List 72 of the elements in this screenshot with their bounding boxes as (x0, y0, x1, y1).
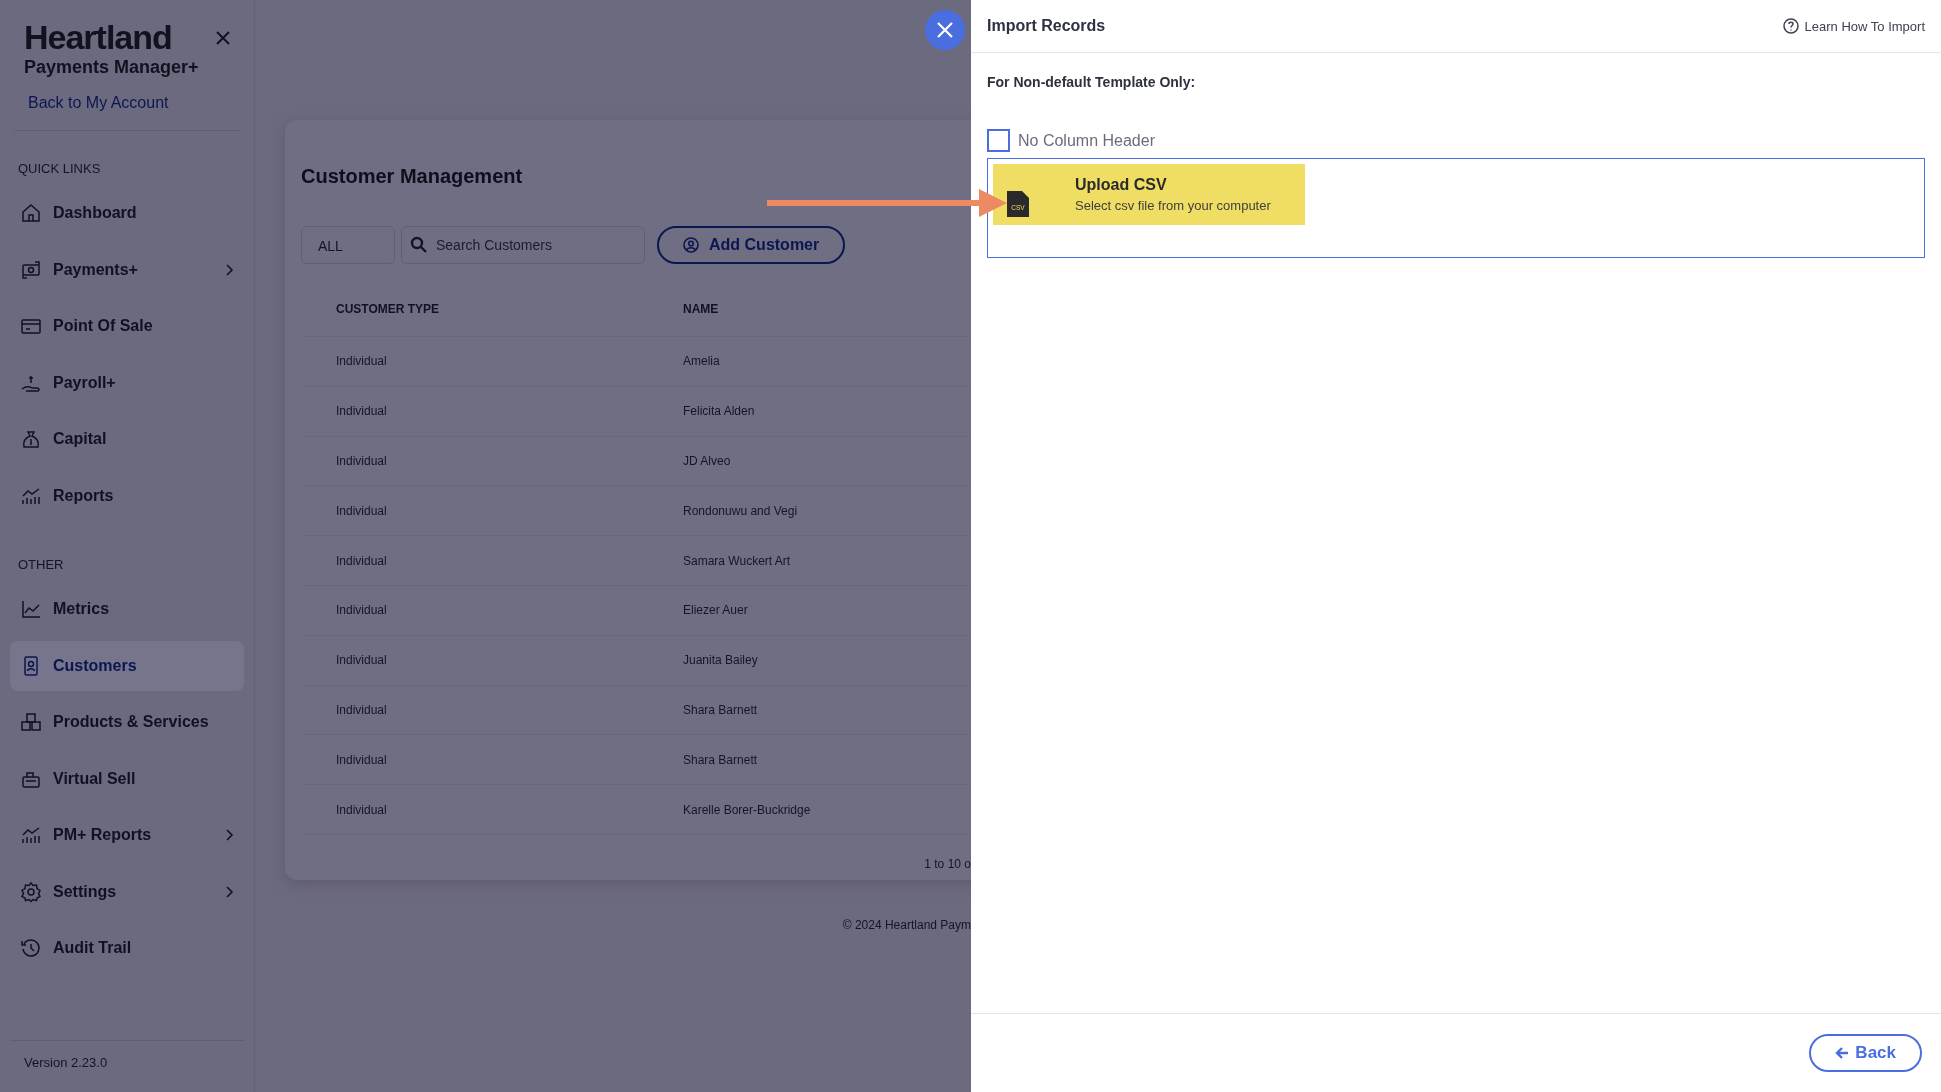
table-cell: Individual (336, 354, 387, 369)
table-cell: Individual (336, 752, 387, 767)
checkbox-label: No Column Header (1018, 131, 1155, 150)
section-label: For Non-default Template Only: (987, 74, 1196, 90)
sidebar-item[interactable]: Capital (10, 414, 244, 464)
copyright-text: © 2024 Heartland Paym (842, 918, 971, 932)
settings-icon (20, 880, 42, 903)
product-name: Payments Manager+ (23, 56, 200, 77)
sidebar-item[interactable]: Payroll+ (10, 357, 244, 408)
sidebar-item[interactable]: Metrics (10, 584, 244, 634)
boxes-icon (20, 711, 42, 733)
column-header: CUSTOMER TYPE (336, 302, 440, 316)
section-label: QUICK LINKS (18, 161, 101, 176)
add-customer-button[interactable]: Add Customer (657, 226, 846, 264)
table-cell: Felicita Alden (683, 404, 755, 419)
help-icon (1782, 18, 1799, 34)
history-icon (20, 937, 42, 959)
chart-icon (20, 824, 42, 846)
back-link[interactable]: Back to My Account (10, 78, 187, 130)
table-cell: JD Alveo (683, 454, 731, 468)
chevron-icon (224, 829, 234, 841)
section-label: OTHER (18, 557, 64, 572)
table-cell: Individual (336, 454, 387, 468)
line-chart-icon (20, 598, 42, 620)
close-button[interactable] (925, 10, 965, 50)
chevron-icon (224, 263, 234, 276)
cash-icon (20, 258, 42, 281)
sidebar-item[interactable]: Audit Trail (10, 923, 244, 973)
table-cell: Karelle Borer-Buckridge (683, 802, 811, 817)
checkbox[interactable] (987, 129, 1010, 152)
sidebar-item[interactable]: Reports (10, 470, 244, 521)
table-cell: Amelia (683, 354, 720, 369)
pagination-text: 1 to 10 o (924, 856, 971, 871)
close-icon[interactable] (216, 30, 230, 45)
filter-dropdown[interactable]: ALL (301, 226, 395, 264)
table-cell: Individual (336, 653, 387, 668)
back-button[interactable]: Back (1809, 1034, 1922, 1072)
search-icon (410, 236, 428, 254)
sidebar-item[interactable]: Virtual Sell (10, 753, 244, 804)
logo: Heartland (24, 18, 172, 57)
close-icon (936, 21, 954, 39)
table-cell: Individual (336, 404, 387, 419)
table-cell: Individual (336, 603, 387, 618)
sidebar-item[interactable]: Point Of Sale (10, 301, 244, 351)
chevron-icon (224, 885, 234, 898)
page-title: Customer Management (301, 165, 523, 187)
help-link[interactable]: Learn How To Import (1782, 18, 1925, 34)
sidebar-item[interactable]: Payments+ (10, 244, 244, 295)
sidebar-item[interactable]: Settings (10, 866, 244, 917)
sidebar-item[interactable]: PM+ Reports (10, 810, 244, 860)
sidebar-item[interactable]: Customers (10, 640, 244, 691)
table-cell: Individual (336, 702, 387, 717)
arrow-left-icon (1835, 1046, 1850, 1060)
table-cell: Shara Barnett (683, 702, 758, 717)
table-cell: Individual (336, 503, 387, 518)
money-bag-icon (20, 428, 42, 450)
sidebar-item[interactable]: Dashboard (10, 188, 244, 238)
dialog-title: Import Records (987, 17, 1106, 35)
table-cell: Shara Barnett (683, 752, 758, 767)
user-icon (683, 237, 699, 253)
sidebar-item[interactable]: Products & Services (10, 697, 244, 747)
version-label: Version 2.23.0 (24, 1055, 108, 1070)
table-cell: Rondonuwu and Vegi (683, 503, 798, 518)
search-field[interactable]: Search Customers (401, 226, 645, 264)
table-cell: Samara Wuckert Art (683, 553, 791, 568)
table-cell: Individual (336, 553, 387, 568)
arrow-head-annotation (971, 189, 1007, 217)
table-cell: Individual (336, 802, 387, 817)
table-cell: Eliezer Auer (683, 603, 748, 618)
table-cell: Juanita Bailey (683, 653, 758, 668)
house-icon (20, 202, 42, 224)
column-header: NAME (683, 302, 719, 316)
